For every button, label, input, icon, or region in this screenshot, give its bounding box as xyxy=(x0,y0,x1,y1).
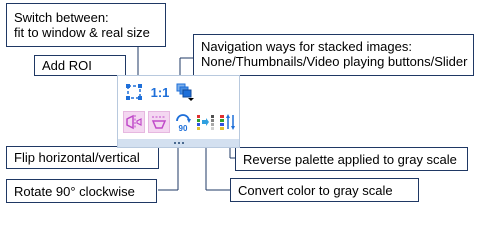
flip-vertical-icon xyxy=(151,116,167,129)
callout-navigation: Navigation ways for stacked images: None… xyxy=(193,34,474,76)
callout-switch-fit-real-size: Switch between: fit to window & real siz… xyxy=(6,3,166,47)
callout-rotate: Rotate 90° clockwise xyxy=(6,179,157,203)
image-toolbar: 1:1 90 xyxy=(117,75,240,148)
callout-navigation-line-1: Navigation ways for stacked images: xyxy=(201,39,412,54)
rotate-90-icon: 90 xyxy=(176,114,191,132)
callout-reverse-palette: Reverse palette applied to gray scale xyxy=(235,147,468,171)
callout-switch-line-2: fit to window & real size xyxy=(14,25,150,40)
convert-gray-button[interactable] xyxy=(195,111,217,133)
flip-vertical-button[interactable] xyxy=(148,111,170,133)
callout-flip: Flip horizontal/vertical xyxy=(6,146,159,169)
reverse-palette-icon xyxy=(220,114,235,130)
roi-icon xyxy=(126,84,142,100)
callout-add-roi: Add ROI xyxy=(34,55,126,76)
rotate-90-button[interactable]: 90 xyxy=(172,111,194,133)
fit-real-size-icon: 1:1 xyxy=(151,85,170,100)
color-to-gray-icon xyxy=(197,115,214,130)
flip-horizontal-icon xyxy=(126,114,142,130)
toolbar-resize-grip[interactable] xyxy=(118,139,239,147)
rotate-label: 90 xyxy=(179,124,188,132)
add-roi-button[interactable] xyxy=(123,81,145,103)
real-size-label: 1:1 xyxy=(151,85,170,100)
callout-switch-line-1: Switch between: xyxy=(14,10,109,25)
reverse-palette-button[interactable] xyxy=(217,111,239,133)
callout-convert-gray: Convert color to gray scale xyxy=(230,178,419,202)
stack-navigation-button[interactable] xyxy=(174,81,196,103)
flip-horizontal-button[interactable] xyxy=(123,111,145,133)
callout-navigation-line-2: None/Thumbnails/Video playing buttons/Sl… xyxy=(201,54,468,69)
stack-navigation-icon xyxy=(176,83,194,101)
fit-real-size-button[interactable]: 1:1 xyxy=(149,81,171,103)
